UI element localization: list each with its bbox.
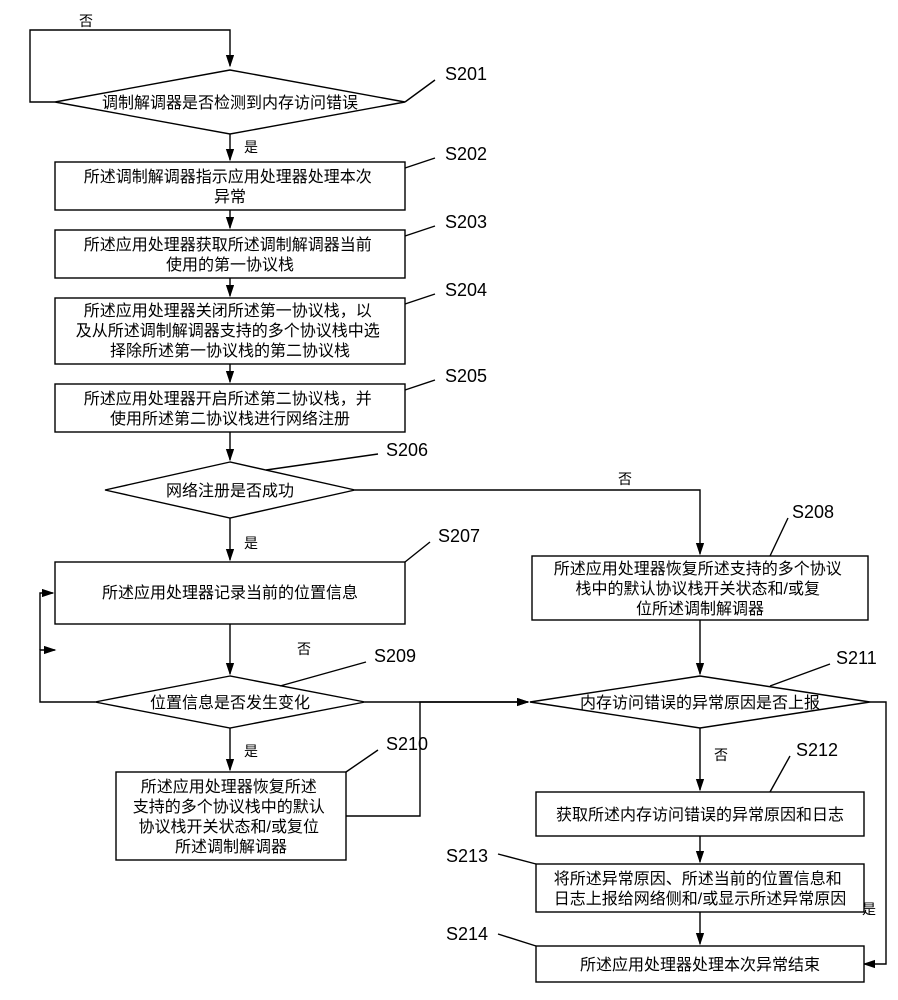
edge-s209-no-loop2 [40,593,53,650]
node-s204: 所述应用处理器关闭所述第一协议栈，以 及从所述调制解调器支持的多个协议栈中选 择… [55,298,405,364]
label-s209: S209 [374,646,416,666]
node-s209: 位置信息是否发生变化 [95,676,365,728]
leader-s211 [770,664,830,686]
node-s207: 所述应用处理器记录当前的位置信息 [55,562,405,624]
flowchart-canvas: 调制解调器是否检测到内存访问错误 S201 否 是 所述调制解调器指示应用处理器… [0,0,898,1000]
label-s205: S205 [445,366,487,386]
node-s201-text: 调制解调器是否检测到内存访问错误 [102,94,358,112]
label-s210: S210 [386,734,428,754]
label-s203: S203 [445,212,487,232]
leader-s201 [405,80,435,102]
label-s212: S212 [796,740,838,760]
leader-s205 [405,380,435,390]
label-s204: S204 [445,280,487,300]
edge-s209-no-label: 否 [297,641,311,657]
leader-s212 [770,756,790,792]
node-s212: 获取所述内存访问错误的异常原因和日志 [536,792,864,836]
leader-s213 [498,854,536,864]
leader-s202 [405,158,435,168]
edge-s211-yes [864,702,886,964]
node-s201: 调制解调器是否检测到内存访问错误 [55,70,405,134]
edge-s201-yes-label: 是 [244,139,258,155]
node-s210: 所述应用处理器恢复所述 支持的多个协议栈中的默认 协议栈开关状态和/或复位 所述… [116,772,346,860]
node-s208: 所述应用处理器恢复所述支持的多个协议 栈中的默认协议栈开关状态和/或复 位所述调… [532,556,868,620]
leader-s214 [498,934,536,946]
node-s204-text: 所述应用处理器关闭所述第一协议栈，以 及从所述调制解调器支持的多个协议栈中选 择… [76,301,384,360]
label-s211: S211 [836,648,877,668]
node-s211-text: 内存访问错误的异常原因是否上报 [580,694,820,712]
label-s208: S208 [792,502,834,522]
node-s207-text: 所述应用处理器记录当前的位置信息 [102,583,358,602]
label-s207: S207 [438,526,480,546]
node-s209-text: 位置信息是否发生变化 [150,694,310,712]
leader-s203 [405,226,435,236]
edge-s211-no-label: 否 [714,747,728,763]
label-s206: S206 [386,440,428,460]
leader-s209 [280,662,366,686]
node-s206: 网络注册是否成功 [105,462,355,518]
node-s211: 内存访问错误的异常原因是否上报 [530,676,870,728]
node-s206-text: 网络注册是否成功 [166,481,294,500]
edge-s206-no [355,490,700,554]
edge-s210-s211 [346,702,528,816]
edge-s209-no-loop [40,650,95,702]
label-s213: S213 [446,846,488,866]
leader-s204 [405,294,435,304]
node-s214-text: 所述应用处理器处理本次异常结束 [580,955,820,974]
node-s203: 所述应用处理器获取所述调制解调器当前 使用的第一协议栈 [55,230,405,278]
label-s214: S214 [446,924,488,944]
label-s201: S201 [445,64,487,84]
edge-s209-yes-label: 是 [244,743,258,759]
leader-s210 [346,750,378,772]
edge-s206-yes-label: 是 [244,535,258,551]
node-s213: 将所述异常原因、所述当前的位置信息和 日志上报给网络侧和/或显示所述异常原因 [536,864,864,912]
edge-s201-no-label: 否 [79,13,93,29]
leader-s208 [770,518,788,556]
node-s202: 所述调制解调器指示应用处理器处理本次 异常 [55,162,405,210]
node-s212-text: 获取所述内存访问错误的异常原因和日志 [556,806,844,824]
leader-s207 [405,542,430,562]
label-s202: S202 [445,144,487,164]
edge-s206-no-label: 否 [618,471,632,487]
leader-s206 [266,454,378,470]
node-s214: 所述应用处理器处理本次异常结束 [536,946,864,982]
node-s205: 所述应用处理器开启所述第二协议栈，并 使用所述第二协议栈进行网络注册 [55,384,405,432]
